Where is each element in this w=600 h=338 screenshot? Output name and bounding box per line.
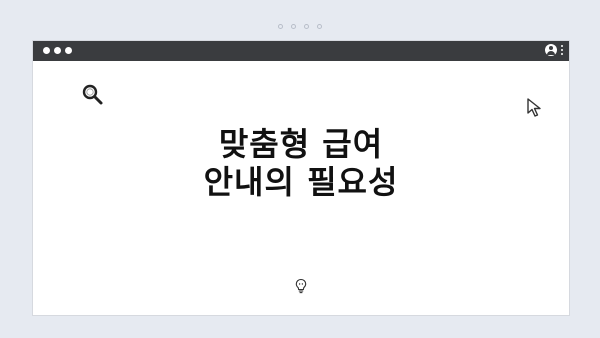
title-line-1: 맞춤형 급여 (218, 125, 384, 163)
cursor-arrow-icon (527, 98, 541, 117)
window-dot-close[interactable] (43, 47, 50, 54)
browser-window: 맞춤형 급여 안내의 필요성 (32, 40, 570, 316)
pagination-dots (0, 24, 600, 29)
slide-page: 맞춤형 급여 안내의 필요성 (0, 0, 600, 338)
window-titlebar (33, 41, 569, 61)
pagination-dot[interactable] (278, 24, 283, 29)
titlebar-actions (545, 44, 563, 56)
title-line-2: 안내의 필요성 (203, 163, 399, 201)
window-controls (43, 47, 72, 54)
pagination-dot[interactable] (317, 24, 322, 29)
window-dot-maximize[interactable] (65, 47, 72, 54)
search-icon (82, 84, 103, 105)
kebab-menu-icon[interactable] (561, 45, 563, 55)
pagination-dot[interactable] (304, 24, 309, 29)
user-icon[interactable] (545, 44, 557, 56)
page-title: 맞춤형 급여 안내의 필요성 (33, 125, 569, 201)
pagination-dot[interactable] (291, 24, 296, 29)
window-dot-minimize[interactable] (54, 47, 61, 54)
lightbulb-icon (295, 278, 307, 294)
